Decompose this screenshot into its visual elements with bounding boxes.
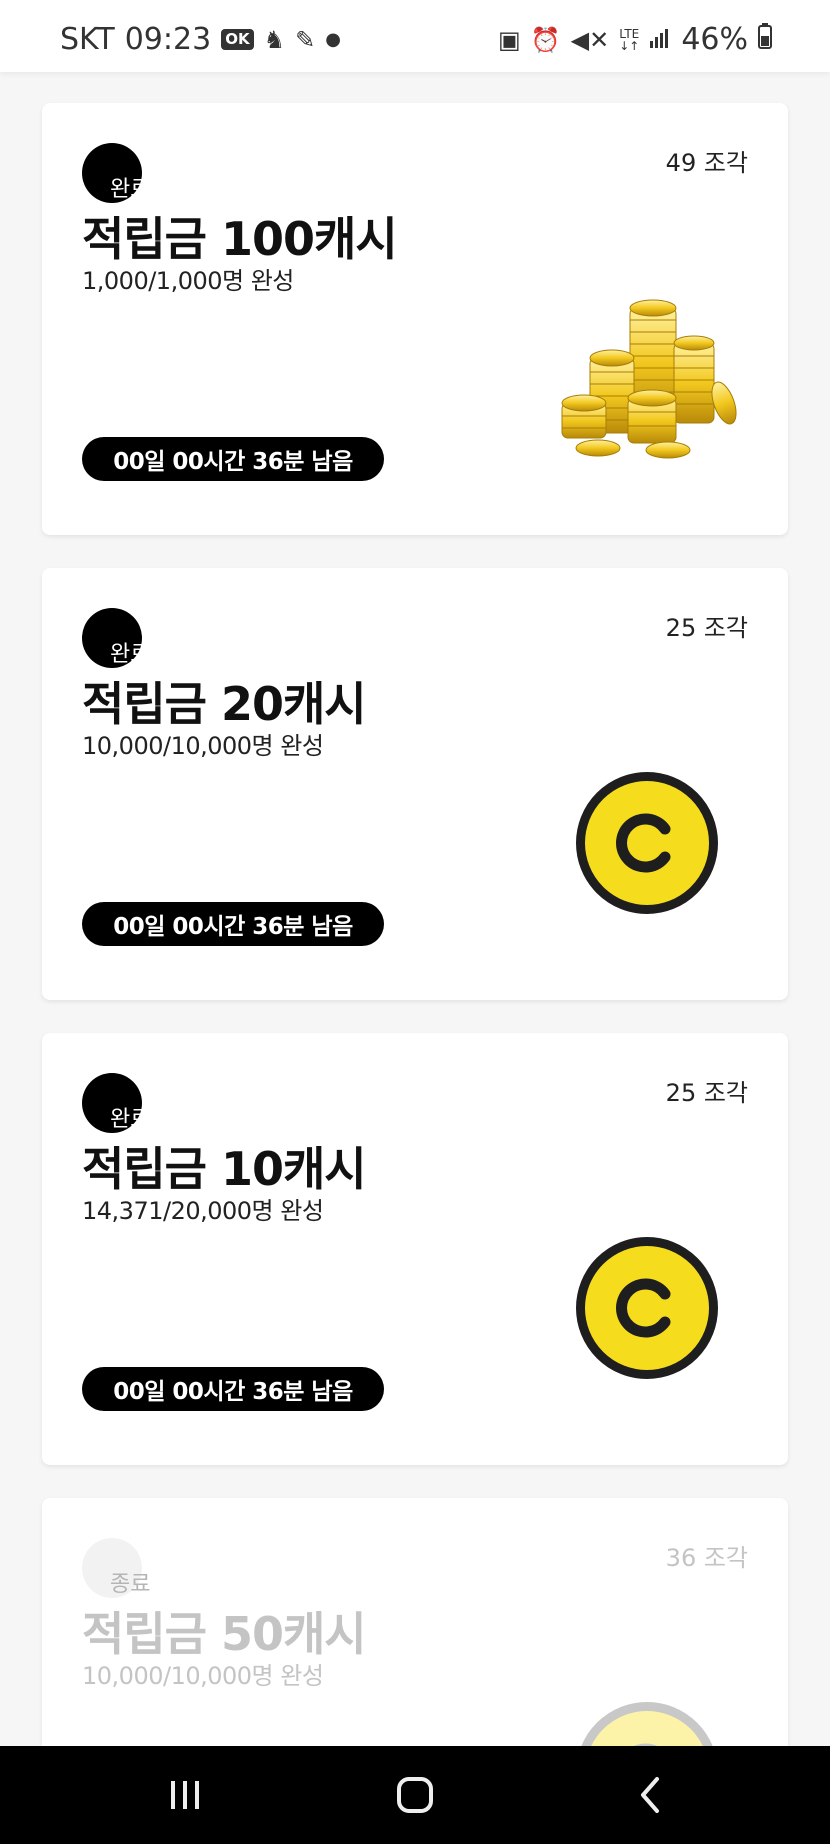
alarm-icon: ⏰ — [530, 25, 561, 54]
time-remaining-pill: 00일 00시간 36분 남음 — [82, 902, 384, 946]
status-badge-label: 완료 — [110, 1107, 151, 1132]
status-badge-label: 종료 — [110, 1572, 151, 1597]
reward-list: 완료 49 조각 적립금 100캐시 1,000/1,000명 완성 00일 0… — [0, 72, 830, 1746]
participant-progress: 10,000/10,000명 완성 — [82, 1662, 324, 1690]
piece-count: 25 조각 — [665, 1079, 748, 1107]
gold-coins-stack-icon — [558, 298, 748, 473]
recent-apps-icon — [171, 1781, 199, 1809]
home-button[interactable] — [385, 1770, 445, 1820]
reward-card-ended[interactable]: 종료 36 조각 적립금 50캐시 10,000/10,000명 완성 — [42, 1498, 788, 1746]
c-coin-icon — [576, 1237, 718, 1379]
status-badge-label: 완료 — [110, 177, 151, 202]
time-remaining-pill: 00일 00시간 36분 남음 — [82, 437, 384, 481]
battery-percent: 46% — [681, 22, 748, 57]
app-notification-icon: ♞ — [263, 25, 286, 54]
signal-icon — [649, 22, 671, 57]
carrier-label: SKT — [60, 22, 115, 57]
more-notifications-dot-icon: ● — [325, 29, 341, 50]
status-badge: 완료 — [82, 608, 182, 668]
recycle-battery-icon: ▣ — [498, 25, 521, 54]
piece-count: 36 조각 — [665, 1544, 748, 1572]
system-navigation-bar — [0, 1746, 830, 1844]
back-button[interactable] — [620, 1770, 680, 1820]
mute-icon: ◀✕ — [570, 25, 610, 54]
battery-icon — [758, 22, 772, 57]
status-bar-right: ▣ ⏰ ◀✕ LTE ↓↑ 46% — [498, 22, 772, 57]
status-badge: 완료 — [82, 1073, 182, 1133]
status-bar-left: SKT 09:23 OK ♞ ✎ ● — [60, 22, 341, 57]
status-bar: SKT 09:23 OK ♞ ✎ ● ▣ ⏰ ◀✕ LTE ↓↑ 46% — [0, 0, 830, 72]
reward-title: 적립금 50캐시 — [82, 1607, 367, 1661]
time-remaining-pill: 00일 00시간 36분 남음 — [82, 1367, 384, 1411]
c-coin-icon — [576, 1702, 718, 1746]
feather-notification-icon: ✎ — [295, 25, 316, 54]
participant-progress: 1,000/1,000명 완성 — [82, 267, 294, 295]
participant-progress: 14,371/20,000명 완성 — [82, 1197, 324, 1225]
back-chevron-icon — [641, 1777, 659, 1813]
recent-apps-button[interactable] — [155, 1770, 215, 1820]
status-badge: 완료 — [82, 143, 182, 203]
c-coin-icon — [576, 772, 718, 914]
home-icon — [397, 1777, 433, 1813]
lte-icon: LTE ↓↑ — [619, 26, 640, 53]
ok-cashbag-icon: OK — [221, 29, 254, 50]
reward-title: 적립금 10캐시 — [82, 1142, 367, 1196]
status-badge-label: 완료 — [110, 642, 151, 667]
reward-title: 적립금 20캐시 — [82, 677, 367, 731]
reward-card[interactable]: 완료 49 조각 적립금 100캐시 1,000/1,000명 완성 00일 0… — [42, 103, 788, 535]
reward-card[interactable]: 완료 25 조각 적립금 10캐시 14,371/20,000명 완성 00일 … — [42, 1033, 788, 1465]
participant-progress: 10,000/10,000명 완성 — [82, 732, 324, 760]
piece-count: 25 조각 — [665, 614, 748, 642]
reward-title: 적립금 100캐시 — [82, 212, 398, 266]
status-badge: 종료 — [82, 1538, 182, 1598]
piece-count: 49 조각 — [665, 149, 748, 177]
lte-label: LTE — [619, 26, 640, 41]
clock: 09:23 — [124, 22, 212, 57]
reward-card[interactable]: 완료 25 조각 적립금 20캐시 10,000/10,000명 완성 00일 … — [42, 568, 788, 1000]
